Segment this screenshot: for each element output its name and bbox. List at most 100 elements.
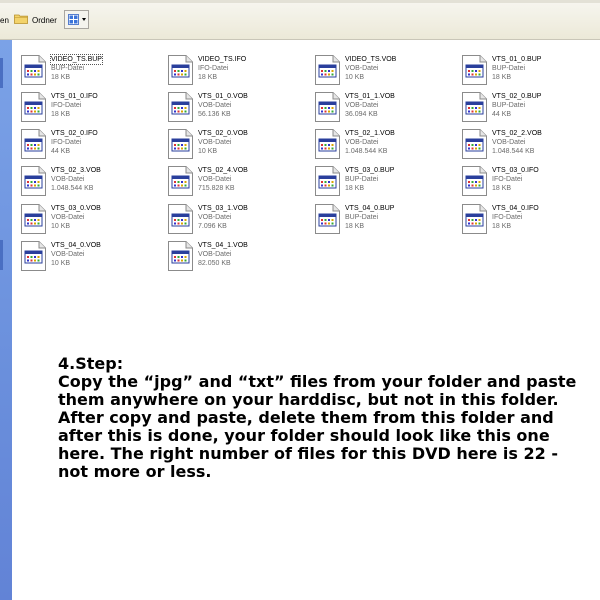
toolbar-cut-label[interactable]: en [0, 16, 9, 25]
media-file-icon [461, 55, 487, 85]
file-name: VTS_04_1.VOB [198, 242, 248, 249]
file-name: VTS_04_0.IFO [492, 205, 539, 212]
file-item[interactable]: VTS_04_0.VOB VOB-Datei 10 KB [20, 241, 160, 277]
file-type: VOB-Datei [51, 176, 85, 183]
file-size: 18 KB [492, 185, 512, 192]
file-name: VTS_02_0.IFO [51, 130, 98, 137]
media-file-icon [167, 92, 193, 122]
task-pane-edge [0, 58, 3, 88]
file-name: VTS_02_2.VOB [492, 130, 542, 137]
file-size: 18 KB [492, 223, 512, 230]
file-type: IFO-Datei [198, 65, 229, 72]
thumbnails-view-icon [68, 14, 79, 25]
file-name: VTS_03_1.VOB [198, 205, 248, 212]
file-name: VTS_04_0.VOB [51, 242, 101, 249]
file-size: 56.136 KB [198, 111, 231, 118]
file-item[interactable]: VTS_01_1.VOB VOB-Datei 36.094 KB [314, 92, 454, 128]
media-file-icon [20, 166, 46, 196]
media-file-icon [167, 241, 193, 271]
file-item[interactable]: VIDEO_TS.IFO IFO-Datei 18 KB [167, 55, 307, 91]
file-item[interactable]: VTS_01_0.IFO IFO-Datei 18 KB [20, 92, 160, 128]
media-file-icon [20, 204, 46, 234]
file-size: 10 KB [51, 223, 71, 230]
file-item[interactable]: VTS_03_0.VOB VOB-Datei 10 KB [20, 204, 160, 240]
file-name: VIDEO_TS.VOB [345, 56, 397, 63]
file-name: VTS_02_0.BUP [492, 93, 542, 100]
file-type: VOB-Datei [345, 102, 379, 109]
file-type: IFO-Datei [51, 139, 82, 146]
media-file-icon [20, 55, 46, 85]
media-file-icon [461, 166, 487, 196]
toolbar-top-edge [0, 0, 600, 3]
file-size: 10 KB [51, 260, 71, 267]
file-size: 1.048.544 KB [345, 148, 388, 155]
file-type: VOB-Datei [198, 214, 232, 221]
file-name: VTS_03_0.VOB [51, 205, 101, 212]
file-type: VOB-Datei [345, 65, 379, 72]
file-type: IFO-Datei [492, 214, 523, 221]
step-description: Copy the “jpg” and “txt” files from your… [58, 372, 577, 481]
media-file-icon [20, 129, 46, 159]
file-item[interactable]: VTS_02_0.BUP BUP-Datei 44 KB [461, 92, 600, 128]
file-size: 18 KB [492, 74, 512, 81]
file-name: VTS_01_0.VOB [198, 93, 248, 100]
file-item[interactable]: VTS_02_1.VOB VOB-Datei 1.048.544 KB [314, 129, 454, 165]
file-name: VTS_03_0.BUP [345, 167, 395, 174]
file-type: BUP-Datei [492, 102, 526, 109]
file-name: VTS_04_0.BUP [345, 205, 395, 212]
file-item[interactable]: VTS_02_4.VOB VOB-Datei 715.828 KB [167, 166, 307, 202]
file-size: 18 KB [345, 185, 365, 192]
file-item[interactable]: VTS_03_0.BUP BUP-Datei 18 KB [314, 166, 454, 202]
media-file-icon [314, 204, 340, 234]
folders-button-label: Ordner [32, 16, 57, 25]
media-file-icon [314, 166, 340, 196]
media-file-icon [167, 204, 193, 234]
file-item[interactable]: VTS_02_0.VOB VOB-Datei 10 KB [167, 129, 307, 165]
media-file-icon [314, 129, 340, 159]
file-name: VTS_01_0.BUP [492, 56, 542, 63]
file-type: IFO-Datei [51, 102, 82, 109]
file-item[interactable]: VTS_04_1.VOB VOB-Datei 82.050 KB [167, 241, 307, 277]
file-type: VOB-Datei [51, 214, 85, 221]
file-size: 7.096 KB [198, 223, 227, 230]
file-type: VOB-Datei [345, 139, 379, 146]
folders-button[interactable]: Ordner [12, 11, 58, 29]
file-size: 10 KB [345, 74, 365, 81]
file-item[interactable]: VTS_04_0.BUP BUP-Datei 18 KB [314, 204, 454, 240]
media-file-icon [167, 129, 193, 159]
file-type: BUP-Datei [51, 65, 85, 72]
file-item[interactable]: VTS_02_2.VOB VOB-Datei 1.048.544 KB [461, 129, 600, 165]
file-item[interactable]: VIDEO_TS.BUP BUP-Datei 18 KB [20, 54, 160, 91]
file-size: 10 KB [198, 148, 218, 155]
file-type: VOB-Datei [198, 251, 232, 258]
file-item[interactable]: VIDEO_TS.VOB VOB-Datei 10 KB [314, 55, 454, 91]
media-file-icon [20, 241, 46, 271]
file-item[interactable]: VTS_02_3.VOB VOB-Datei 1.048.544 KB [20, 166, 160, 202]
file-name: VTS_01_1.VOB [345, 93, 395, 100]
media-file-icon [461, 204, 487, 234]
file-type: VOB-Datei [198, 102, 232, 109]
file-item[interactable]: VTS_04_0.IFO IFO-Datei 18 KB [461, 204, 600, 240]
file-size: 44 KB [51, 148, 71, 155]
view-menu-button[interactable] [64, 10, 89, 29]
file-type: VOB-Datei [492, 139, 526, 146]
file-size: 18 KB [345, 223, 365, 230]
file-item[interactable]: VTS_01_0.BUP BUP-Datei 18 KB [461, 55, 600, 91]
file-type: VOB-Datei [198, 139, 232, 146]
file-name: VTS_02_3.VOB [51, 167, 101, 174]
file-type: VOB-Datei [198, 176, 232, 183]
file-name: VTS_02_4.VOB [198, 167, 248, 174]
file-name: VTS_03_0.IFO [492, 167, 539, 174]
task-pane [0, 40, 12, 600]
chevron-down-icon [82, 18, 86, 21]
file-item[interactable]: VTS_03_1.VOB VOB-Datei 7.096 KB [167, 204, 307, 240]
file-item[interactable]: VTS_02_0.IFO IFO-Datei 44 KB [20, 129, 160, 165]
file-item[interactable]: VTS_01_0.VOB VOB-Datei 56.136 KB [167, 92, 307, 128]
step-title: 4.Step: [58, 354, 124, 373]
file-item[interactable]: VTS_03_0.IFO IFO-Datei 18 KB [461, 166, 600, 202]
media-file-icon [20, 92, 46, 122]
instruction-text: 4.Step: Copy the “jpg” and “txt” files f… [58, 355, 588, 481]
media-file-icon [167, 55, 193, 85]
file-size: 18 KB [51, 111, 71, 118]
file-size: 18 KB [51, 74, 71, 81]
